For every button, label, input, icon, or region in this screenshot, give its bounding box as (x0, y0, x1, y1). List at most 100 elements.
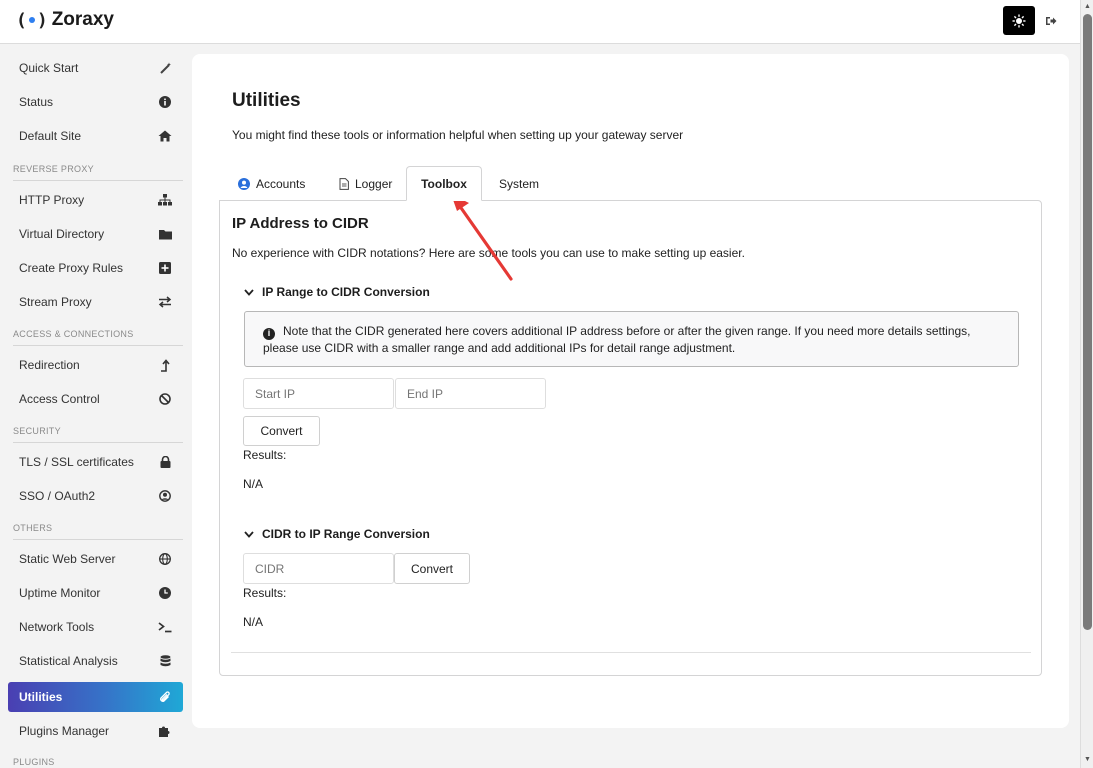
level-up-icon (158, 358, 172, 372)
lock-icon (158, 455, 172, 469)
theme-toggle-button[interactable] (1003, 6, 1035, 35)
results-value: N/A (243, 615, 264, 629)
app-name: Zoraxy (51, 9, 114, 30)
section-divider (231, 652, 1031, 653)
accordion-title: IP Range to CIDR Conversion (262, 285, 430, 299)
scroll-up-arrow-icon[interactable]: ▲ (1083, 2, 1092, 12)
sidebar-item-default-site[interactable]: Default Site (8, 121, 183, 151)
sidebar-item-label: TLS / SSL certificates (19, 455, 134, 469)
section-divider (13, 180, 183, 181)
sidebar-item-label: Stream Proxy (19, 295, 92, 309)
puzzle-icon (158, 724, 172, 738)
sidebar-item-redirection[interactable]: Redirection (8, 350, 183, 380)
section-title: IP Address to CIDR (232, 215, 369, 232)
folder-icon (158, 227, 172, 241)
sidebar: Quick Start Status Default Site REVERSE … (0, 45, 191, 768)
section-heading: REVERSE PROXY (13, 164, 94, 174)
section-heading: OTHERS (13, 523, 53, 533)
tab-bar: Accounts Logger Toolbox System (219, 166, 1041, 201)
sidebar-item-label: HTTP Proxy (19, 193, 85, 207)
sitemap-icon (158, 193, 172, 207)
sidebar-item-label: Quick Start (19, 61, 79, 75)
tab-label: Toolbox (421, 176, 467, 191)
cidr-input[interactable] (243, 553, 394, 584)
magic-wand-icon (158, 61, 172, 75)
accordion-title: CIDR to IP Range Conversion (262, 527, 430, 541)
sidebar-item-network-tools[interactable]: Network Tools (8, 612, 183, 642)
chevron-down-icon (244, 288, 254, 296)
paperclip-icon (158, 690, 172, 704)
cidr-note: i Note that the CIDR generated here cover… (244, 311, 1019, 367)
sidebar-item-label: Utilities (19, 690, 63, 704)
tab-logger[interactable]: Logger (323, 166, 408, 201)
sidebar-item-label: Status (19, 95, 54, 109)
tab-toolbox[interactable]: Toolbox (406, 166, 482, 201)
sidebar-item-label: SSO / OAuth2 (19, 489, 96, 503)
page-title: Utilities (232, 90, 301, 111)
sidebar-item-label: Redirection (19, 358, 80, 372)
sidebar-item-stream-proxy[interactable]: Stream Proxy (8, 287, 183, 317)
sidebar-item-statistical-analysis[interactable]: Statistical Analysis (8, 646, 183, 676)
sidebar-item-access-control[interactable]: Access Control (8, 384, 183, 414)
sidebar-item-label: Uptime Monitor (19, 586, 101, 600)
section-description: No experience with CIDR notations? Here … (232, 246, 745, 260)
end-ip-input[interactable] (395, 378, 546, 409)
sidebar-item-tls-ssl[interactable]: TLS / SSL certificates (8, 447, 183, 477)
file-icon (339, 177, 349, 190)
sidebar-item-sso-oauth2[interactable]: SSO / OAuth2 (8, 481, 183, 511)
page-description: You might find these tools or informatio… (232, 128, 684, 142)
tab-label: System (499, 176, 540, 191)
section-heading: PLUGINS (13, 757, 55, 767)
tab-accounts[interactable]: Accounts (222, 166, 321, 201)
ban-icon (158, 392, 172, 406)
user-circle-icon (158, 489, 172, 503)
sidebar-item-http-proxy[interactable]: HTTP Proxy (8, 185, 183, 215)
tab-label: Accounts (256, 176, 306, 191)
database-icon (158, 654, 172, 668)
sidebar-item-static-web-server[interactable]: Static Web Server (8, 544, 183, 574)
scroll-down-arrow-icon[interactable]: ▼ (1083, 755, 1092, 765)
section-heading: ACCESS & CONNECTIONS (13, 329, 134, 339)
results-value: N/A (243, 477, 264, 491)
convert-range-button[interactable]: Convert (243, 416, 320, 446)
sidebar-item-label: Statistical Analysis (19, 654, 118, 668)
section-divider (13, 442, 183, 443)
sidebar-item-label: Plugins Manager (19, 724, 110, 738)
results-label: Results: (243, 586, 287, 600)
top-bar: () Zoraxy (0, 0, 1080, 44)
scroll-thumb[interactable] (1083, 14, 1092, 630)
toolbox-panel: IP Address to CIDR No experience with CI… (219, 200, 1042, 676)
terminal-icon (158, 620, 172, 634)
gear-sun-icon (1012, 14, 1026, 27)
cidr-to-range-accordion[interactable]: CIDR to IP Range Conversion (244, 527, 430, 541)
section-divider (13, 345, 183, 346)
section-divider (13, 539, 183, 540)
vertical-scrollbar[interactable]: ▲ ▼ (1080, 0, 1093, 768)
info-circle-icon (158, 95, 172, 109)
sidebar-item-quick-start[interactable]: Quick Start (8, 53, 183, 83)
exchange-icon (158, 295, 172, 309)
sidebar-item-label: Virtual Directory (19, 227, 105, 241)
convert-cidr-button[interactable]: Convert (394, 553, 470, 584)
chevron-down-icon (244, 530, 254, 538)
tab-system[interactable]: System (483, 166, 555, 201)
info-circle-icon: i (263, 327, 275, 340)
zoraxy-logo-icon: () (16, 9, 48, 31)
sidebar-item-virtual-directory[interactable]: Virtual Directory (8, 219, 183, 249)
start-ip-input[interactable] (243, 378, 394, 409)
sidebar-item-plugins-manager[interactable]: Plugins Manager (8, 716, 183, 746)
note-text: Note that the CIDR generated here covers… (263, 324, 971, 355)
sidebar-item-create-proxy-rules[interactable]: Create Proxy Rules (8, 253, 183, 283)
sidebar-item-label: Create Proxy Rules (19, 261, 124, 275)
sidebar-item-status[interactable]: Status (8, 87, 183, 117)
sidebar-item-utilities[interactable]: Utilities (8, 682, 183, 712)
home-icon (158, 129, 172, 143)
logout-icon (1046, 17, 1057, 25)
sidebar-item-label: Default Site (19, 129, 82, 143)
logout-button[interactable] (1042, 12, 1060, 30)
sidebar-item-uptime-monitor[interactable]: Uptime Monitor (8, 578, 183, 608)
sidebar-item-label: Access Control (19, 392, 100, 406)
clock-icon (158, 586, 172, 600)
app-logo[interactable]: () Zoraxy (16, 9, 114, 31)
range-to-cidr-accordion[interactable]: IP Range to CIDR Conversion (244, 285, 430, 299)
